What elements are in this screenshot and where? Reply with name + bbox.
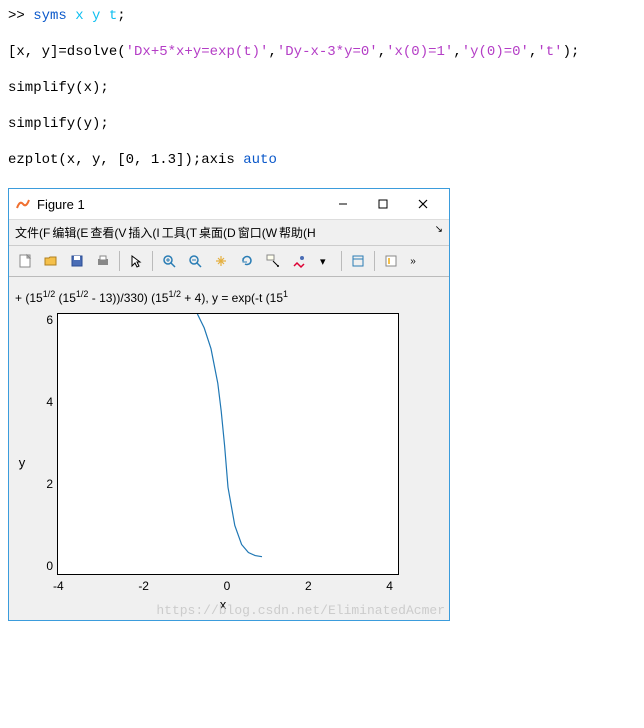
axes[interactable] (57, 313, 399, 575)
menu-overflow[interactable]: ↘ (435, 224, 443, 241)
maximize-button[interactable] (363, 190, 403, 218)
line-plot (58, 314, 398, 574)
menu-help[interactable]: 帮助(H (279, 224, 316, 241)
ytick: 6 (31, 313, 53, 327)
svg-text:▾: ▾ (320, 256, 326, 268)
figure-title: Figure 1 (37, 197, 323, 212)
menu-tools[interactable]: 工具(T (162, 224, 197, 241)
menubar: 文件(F 编辑(E 查看(V 插入(I 工具(T 桌面(D 窗口(W 帮助(H … (9, 220, 449, 246)
link-icon[interactable]: ▾ (313, 249, 337, 273)
colorbar-icon[interactable] (346, 249, 370, 273)
brush-icon[interactable] (287, 249, 311, 273)
ytick: 0 (31, 559, 53, 573)
minimize-button[interactable] (323, 190, 363, 218)
legend-icon[interactable] (379, 249, 403, 273)
ytick: 4 (31, 395, 53, 409)
plot-title: + (151/2 (151/2 - 13))/330) (151/2 + 4),… (13, 285, 441, 313)
x-axis-label: x (53, 593, 393, 612)
print-icon[interactable] (91, 249, 115, 273)
code-line-2: [x, y]=dsolve('Dx+5*x+y=exp(t)','Dy-x-3*… (8, 44, 636, 60)
datacursor-icon[interactable] (261, 249, 285, 273)
plot-area: + (151/2 (151/2 - 13))/330) (151/2 + 4),… (9, 277, 449, 620)
toolbar-separator (152, 251, 153, 271)
code-line-1: >> syms x y t; (8, 8, 636, 24)
toolbar-separator (374, 251, 375, 271)
toolbar-separator (341, 251, 342, 271)
code-line-4: simplify(y); (8, 116, 636, 132)
menu-insert[interactable]: 插入(I (128, 224, 159, 241)
rotate-icon[interactable] (235, 249, 259, 273)
menu-view[interactable]: 查看(V (90, 224, 126, 241)
toolbar: ▾ » (9, 246, 449, 277)
pointer-icon[interactable] (124, 249, 148, 273)
close-button[interactable] (403, 190, 443, 218)
menu-edit[interactable]: 编辑(E (52, 224, 88, 241)
titlebar: Figure 1 (9, 189, 449, 220)
menu-file[interactable]: 文件(F (15, 224, 50, 241)
xtick: 2 (305, 579, 312, 593)
code-line-5: ezplot(x, y, [0, 1.3]);axis auto (8, 152, 636, 168)
zoom-out-icon[interactable] (183, 249, 207, 273)
xtick: 4 (386, 579, 393, 593)
zoom-in-icon[interactable] (157, 249, 181, 273)
xtick: -2 (138, 579, 149, 593)
y-axis-label: y (13, 313, 31, 612)
open-icon[interactable] (39, 249, 63, 273)
menu-desktop[interactable]: 桌面(D (199, 224, 236, 241)
ytick: 2 (31, 477, 53, 491)
xtick: -4 (53, 579, 64, 593)
pan-icon[interactable] (209, 249, 233, 273)
matlab-figure-icon (15, 196, 31, 212)
toolbar-overflow-icon[interactable]: » (405, 249, 421, 273)
toolbar-separator (119, 251, 120, 271)
y-ticks: 6 4 2 0 (31, 313, 57, 573)
x-ticks: -4 -2 0 2 4 (53, 575, 393, 593)
code-line-3: simplify(x); (8, 80, 636, 96)
menu-window[interactable]: 窗口(W (238, 224, 277, 241)
xtick: 0 (224, 579, 231, 593)
figure-window: Figure 1 文件(F 编辑(E 查看(V 插入(I 工具(T 桌面(D 窗… (8, 188, 450, 621)
new-icon[interactable] (13, 249, 37, 273)
save-icon[interactable] (65, 249, 89, 273)
